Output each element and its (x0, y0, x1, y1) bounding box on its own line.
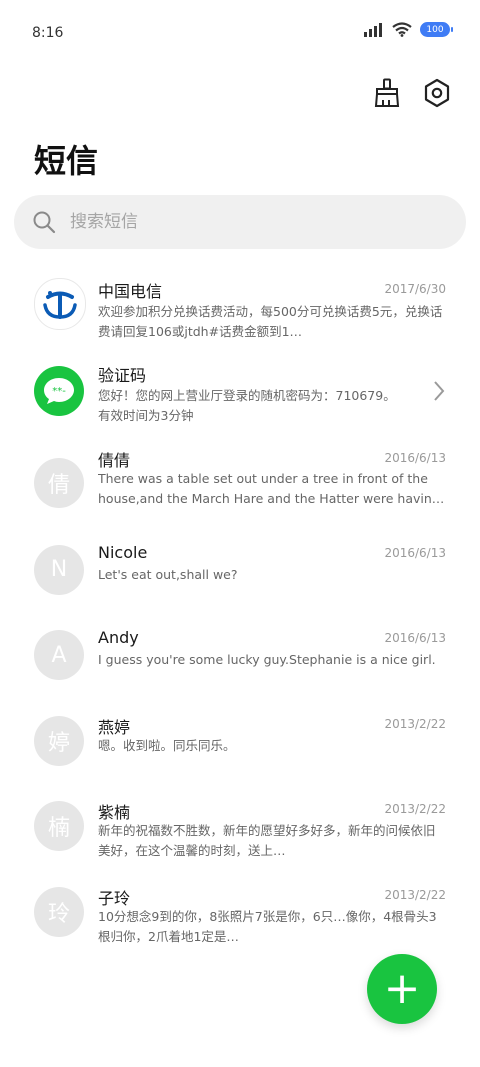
thread-date: 2013/2/22 (384, 887, 446, 902)
thread-sender: Nicole (98, 542, 148, 562)
search-input[interactable] (68, 211, 412, 233)
battery-icon: 100 (420, 22, 453, 37)
thread-item[interactable]: N Nicole 2016/6/13 Let's eat out,shall w… (0, 519, 480, 605)
clean-brush-icon (374, 78, 400, 107)
status-icons: 100 (364, 22, 453, 37)
thread-date: 2016/6/13 (384, 451, 446, 465)
chevron-right-icon (434, 380, 445, 401)
thread-sender: 紫楠 (98, 803, 131, 822)
thread-preview: There was a table set out under a tree i… (98, 471, 445, 506)
search-icon (33, 211, 56, 234)
thread-item[interactable]: **- 验证码 您好！您的网上营业厅登录的随机密码为：710679。有效时间为3… (0, 348, 480, 434)
thread-item[interactable]: 楠 紫楠 2013/2/22 新年的祝福数不胜数，新年的愿望好多好多，新年的问候… (0, 775, 480, 861)
thread-preview: I guess you're some lucky guy.Stephanie … (98, 652, 436, 667)
china-telecom-logo (34, 278, 86, 330)
thread-sender: 子玲 (98, 888, 131, 908)
avatar: 倩 (34, 458, 84, 508)
thread-item[interactable]: 中国电信 2017/6/30 欢迎参加积分兑换话费活动，每500分可兑换话费5元… (0, 262, 480, 348)
thread-sender: 验证码 (98, 365, 147, 385)
thread-list: 中国电信 2017/6/30 欢迎参加积分兑换话费活动，每500分可兑换话费5元… (0, 262, 480, 946)
settings-button[interactable] (420, 76, 454, 110)
avatar: 玲 (34, 886, 84, 937)
thread-preview: Let's eat out,shall we? (98, 566, 238, 582)
thread-preview: 嗯。收到啦。同乐同乐。 (98, 737, 236, 753)
thread-item[interactable]: A Andy 2016/6/13 I guess you're some luc… (0, 604, 480, 690)
signal-icon (364, 22, 382, 37)
status-bar: 8:16 100 (0, 0, 480, 64)
clean-button[interactable] (370, 76, 404, 110)
thread-item[interactable]: 玲 子玲 2013/2/22 10分想念9到的你，8张照片7张是你，6只…像你，… (0, 861, 480, 947)
thread-date: 2013/2/22 (384, 716, 446, 731)
thread-preview: 欢迎参加积分兑换话费活动，每500分可兑换话费5元，兑换话费请回复106或jtd… (98, 304, 443, 339)
avatar: 婷 (34, 715, 84, 766)
thread-item[interactable]: 婷 燕婷 2013/2/22 嗯。收到啦。同乐同乐。 (0, 690, 480, 776)
thread-preview: 10分想念9到的你，8张照片7张是你，6只…像你，4根骨头3根归你，2爪着地1定… (98, 908, 437, 944)
thread-preview: 您好！您的网上营业厅登录的随机密码为：710679。有效时间为3分钟 (98, 387, 396, 423)
thread-date: 2013/2/22 (384, 802, 446, 816)
message-bubble-icon: **- (34, 365, 84, 416)
thread-preview: 新年的祝福数不胜数，新年的愿望好多好多，新年的问候依旧美好，在这个温馨的时刻，送… (98, 823, 436, 858)
thread-sender: Andy (98, 628, 139, 647)
thread-date: 2016/6/13 (384, 631, 446, 645)
battery-level: 100 (426, 24, 444, 35)
plus-icon: + (383, 963, 421, 1014)
new-message-button[interactable]: + (367, 954, 437, 1024)
thread-date: 2016/6/13 (384, 545, 446, 560)
toolbar-actions (370, 76, 454, 110)
thread-sender: 燕婷 (98, 717, 131, 737)
thread-sender: 倩倩 (98, 451, 131, 470)
thread-item[interactable]: 倩 倩倩 2016/6/13 There was a table set out… (0, 433, 480, 519)
status-time: 8:16 (32, 25, 64, 41)
svg-text:**-: **- (52, 386, 66, 397)
avatar: N (34, 544, 84, 595)
thread-sender: 中国电信 (98, 282, 163, 301)
settings-gear-icon (424, 78, 450, 108)
avatar: 楠 (34, 801, 84, 851)
wifi-icon (392, 22, 412, 37)
avatar: A (34, 630, 84, 680)
thread-date: 2017/6/30 (384, 282, 446, 296)
search-bar[interactable] (14, 195, 466, 249)
page-title: 短信 (34, 142, 99, 180)
